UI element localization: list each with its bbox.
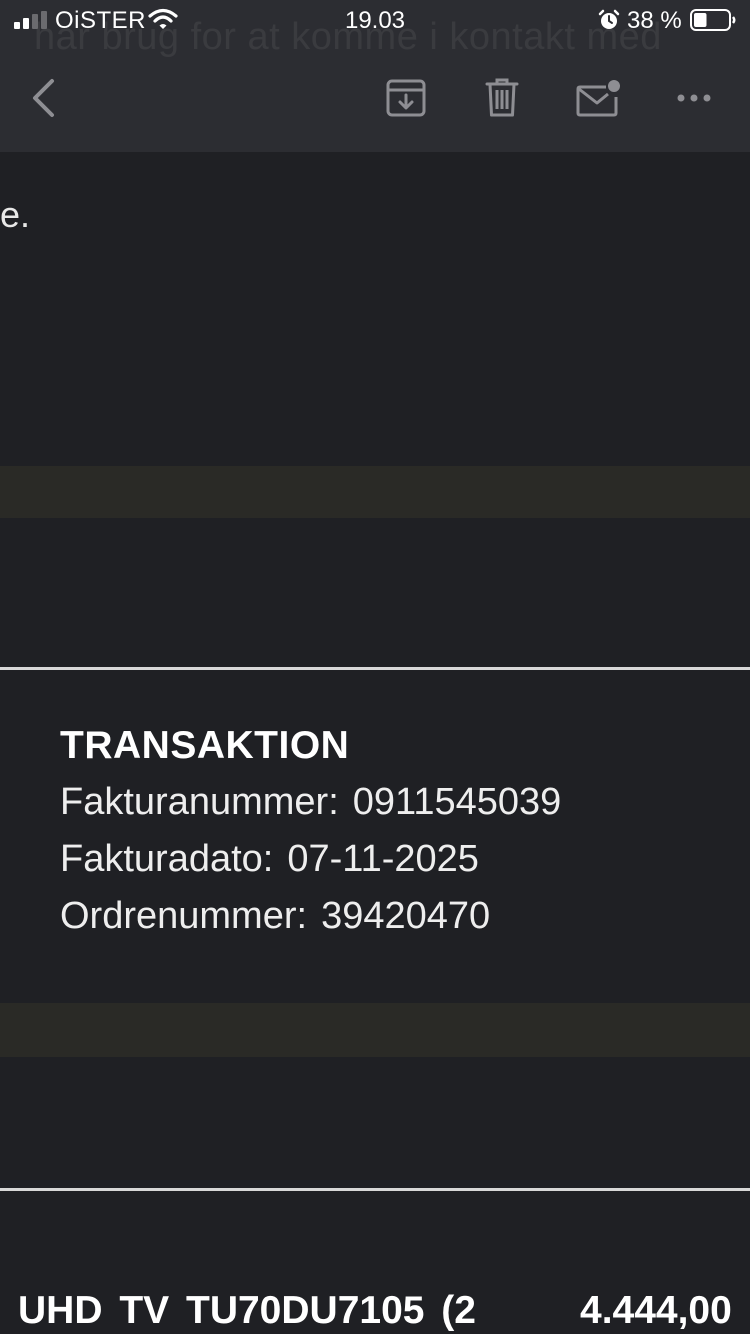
spacer-band bbox=[0, 466, 750, 518]
invoice-number-row: Fakturanummer: 0911545039 bbox=[60, 774, 561, 831]
top-header: har brug for at komme i kontakt med OiST… bbox=[0, 0, 750, 152]
battery-percentage: 38 % bbox=[627, 7, 682, 34]
invoice-number-label: Fakturanummer: bbox=[60, 781, 339, 823]
order-number-row: Ordrenummer: 39420470 bbox=[60, 888, 561, 945]
text-fragment: e. bbox=[0, 194, 31, 235]
invoice-date[interactable]: 07-11-2025 bbox=[287, 838, 479, 880]
back-button[interactable] bbox=[18, 60, 68, 136]
product-price: 4.444,00 bbox=[580, 1289, 732, 1332]
spacer-band bbox=[0, 1003, 750, 1057]
invoice-date-label: Fakturadato: bbox=[60, 838, 274, 880]
mark-unread-button[interactable] bbox=[572, 60, 624, 136]
more-icon bbox=[677, 94, 711, 102]
transaction-heading: TRANSAKTION bbox=[60, 724, 350, 767]
divider bbox=[0, 1188, 750, 1191]
divider bbox=[0, 667, 750, 670]
order-number[interactable]: 39420470 bbox=[321, 895, 490, 937]
order-number-label: Ordrenummer: bbox=[60, 895, 308, 937]
mail-unread-icon bbox=[576, 80, 620, 117]
invoice-number[interactable]: 0911545039 bbox=[353, 781, 562, 823]
email-body: e. TRANSAKTION Fakturanummer: 0911545039 … bbox=[0, 152, 750, 1334]
more-button[interactable] bbox=[668, 60, 720, 136]
product-name: UHD TV TU70DU7105 (2 bbox=[18, 1289, 476, 1332]
archive-icon bbox=[386, 79, 426, 117]
status-bar: OiSTER 19.03 38 % bbox=[0, 0, 750, 40]
transaction-section: TRANSAKTION Fakturanummer: 0911545039 Fak… bbox=[60, 717, 561, 945]
mail-toolbar bbox=[0, 60, 750, 136]
invoice-date-row: Fakturadato: 07-11-2025 bbox=[60, 831, 561, 888]
chevron-left-icon bbox=[33, 79, 54, 117]
battery-icon bbox=[690, 9, 736, 31]
archive-button[interactable] bbox=[380, 60, 432, 136]
alarm-icon bbox=[598, 9, 620, 29]
delete-button[interactable] bbox=[478, 60, 526, 136]
trash-icon bbox=[485, 78, 519, 117]
